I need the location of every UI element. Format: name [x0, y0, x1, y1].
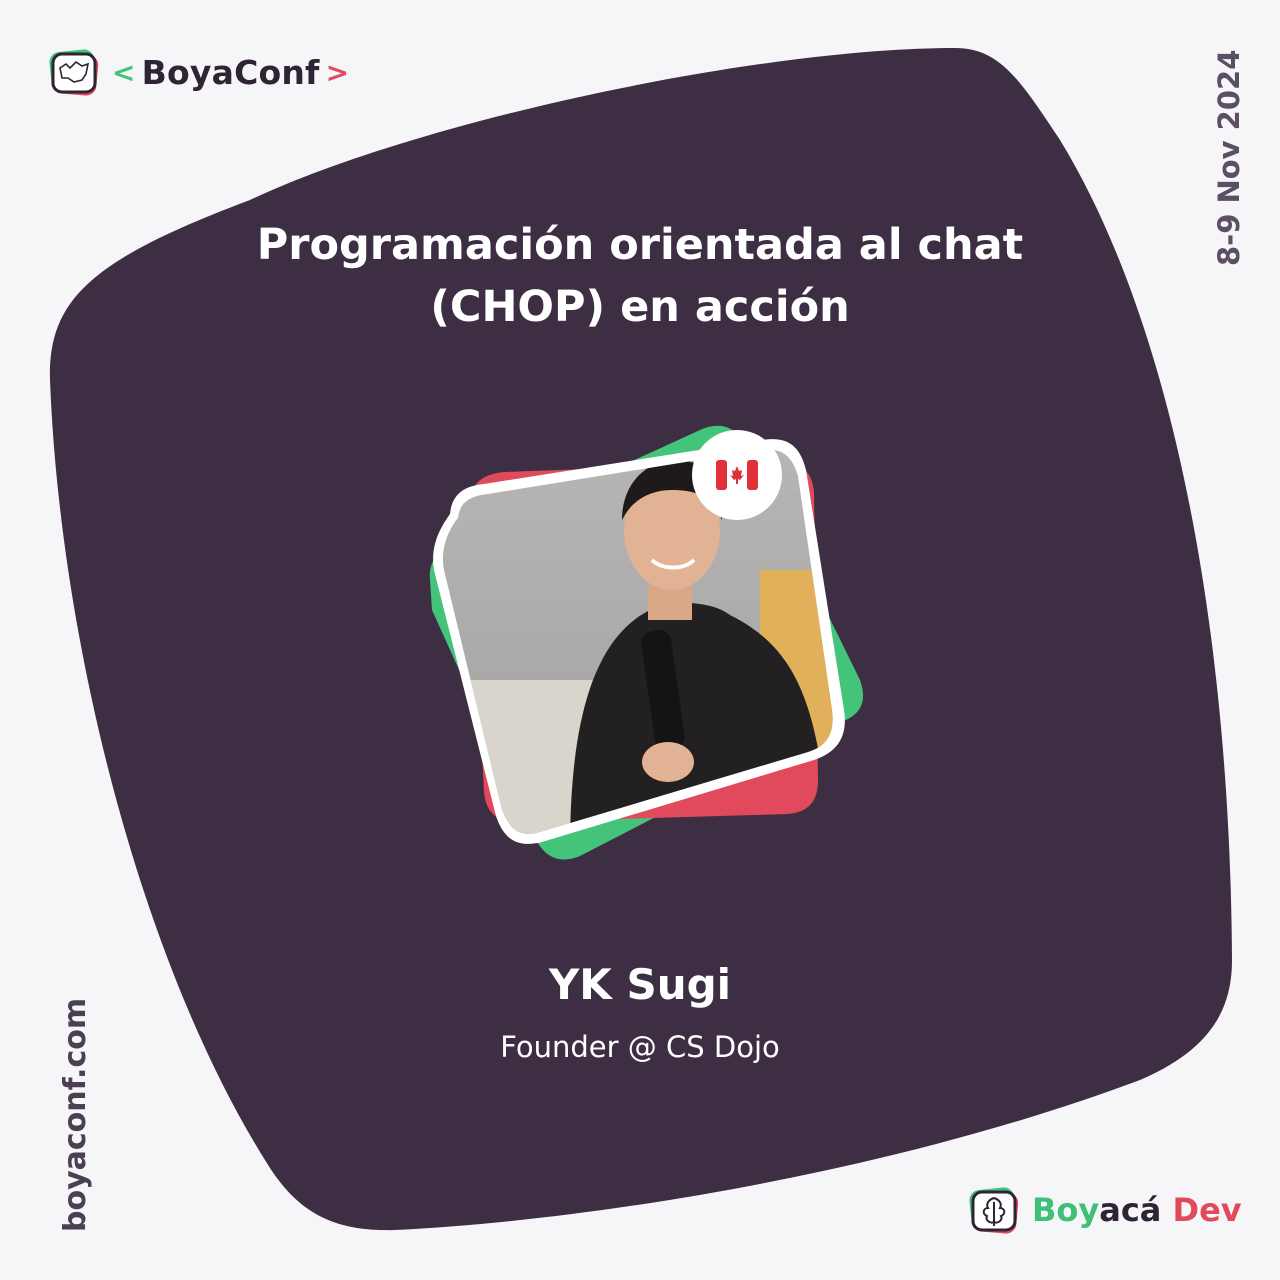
- talk-title: Programación orientada al chat (CHOP) en…: [190, 214, 1090, 338]
- oak-leaf-icon: [969, 1187, 1019, 1234]
- website-link[interactable]: boyaconf.com: [58, 998, 98, 1232]
- talk-title-line-2: (CHOP) en acción: [430, 282, 850, 332]
- chevron-right-icon: >: [325, 55, 350, 89]
- event-date-text: 8-9 Nov 2024: [1212, 49, 1246, 266]
- event-date: 8-9 Nov 2024: [1212, 50, 1252, 266]
- speaker-role: Founder @ CS Dojo: [500, 1030, 780, 1064]
- speaker-name: YK Sugi: [548, 960, 732, 1009]
- map-icon: [49, 49, 99, 96]
- footer-brand-part-3: Dev: [1161, 1191, 1242, 1229]
- canada-flag-icon: [694, 432, 780, 518]
- footer-brand-part-1: Boy: [1032, 1191, 1100, 1229]
- boyaca-dev-logo[interactable]: Boyacá Dev: [968, 1184, 1242, 1236]
- speaker-photo-frame: [429, 425, 864, 860]
- boyaconf-logo[interactable]: < BoyaConf >: [48, 46, 349, 98]
- footer-brand-name: Boyacá Dev: [1032, 1191, 1242, 1229]
- website-text: boyaconf.com: [58, 997, 93, 1232]
- footer-brand-part-2: acá: [1099, 1191, 1162, 1229]
- chevron-left-icon: <: [112, 55, 136, 89]
- brand-name-text: BoyaConf: [141, 52, 320, 92]
- talk-title-line-1: Programación orientada al chat: [256, 220, 1024, 270]
- brand-name: < BoyaConf >: [112, 53, 349, 92]
